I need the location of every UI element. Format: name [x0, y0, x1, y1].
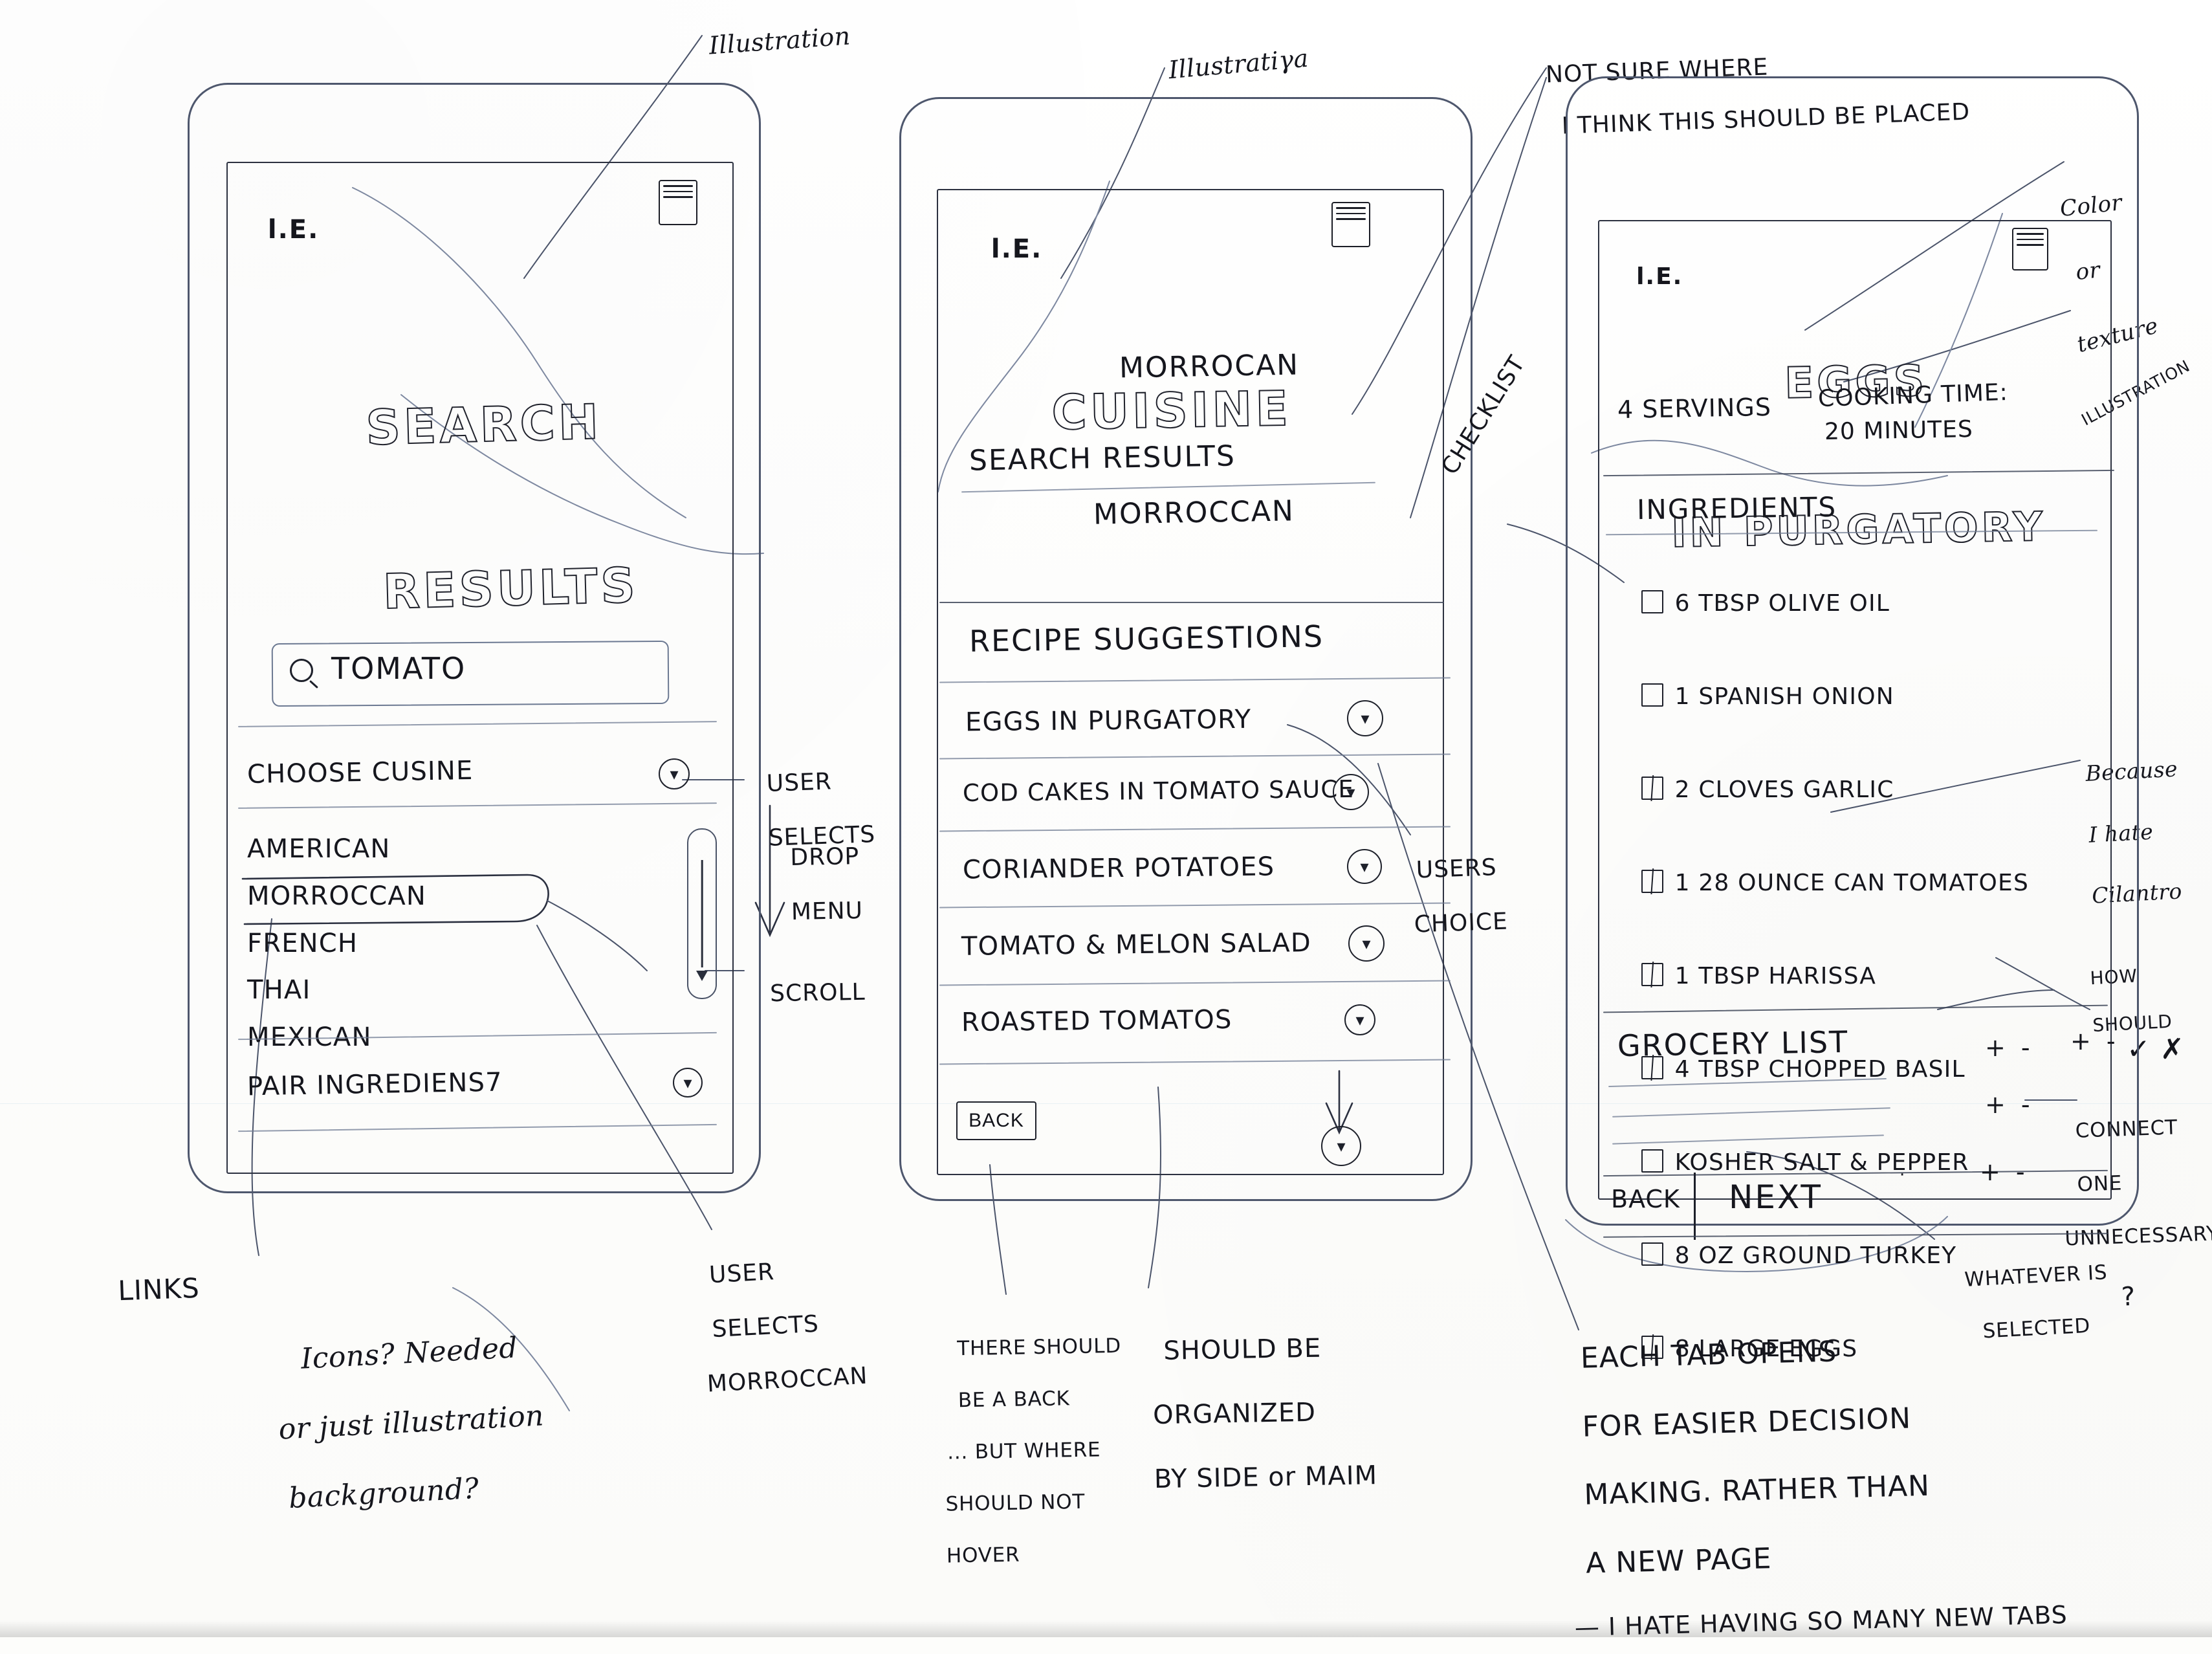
- dropdown-caret-icon-4[interactable]: ▾: [1348, 925, 1385, 962]
- annotation-tab-note: EACH TAB OPENS FOR EASIER DECISION MAKIN…: [1574, 1335, 2068, 1642]
- chevron-down-icon-cuisine[interactable]: ▾: [659, 758, 690, 789]
- stepper-2[interactable]: + -: [2070, 1028, 2119, 1055]
- list-item[interactable]: THAI: [247, 976, 609, 1005]
- ingredient-row-checked[interactable]: 1 28 OUNCE CAN TOMATOES: [1608, 844, 2119, 923]
- scroll-down-caret-icon[interactable]: ▾: [1321, 1126, 1361, 1166]
- annotation-links: LINKS: [117, 1272, 201, 1307]
- dropdown-caret-icon-2[interactable]: ▾: [1333, 774, 1369, 810]
- list-item[interactable]: EGGS IN PURGATORY: [965, 705, 1252, 738]
- stepper-dot: ·: [1900, 1165, 1905, 1185]
- annotation-icons-question: Icons? Needed or just illustration backg…: [278, 1331, 545, 1516]
- annotation-scroll: SCROLL: [769, 978, 866, 1008]
- servings-label: 4 SERVINGS: [1617, 392, 1772, 425]
- search-input-value: TOMATO: [331, 651, 466, 686]
- dropdown-caret-icon-5[interactable]: ▾: [1344, 1004, 1375, 1035]
- page-title-1-line1: SEARCH: [365, 393, 603, 457]
- list-item[interactable]: TOMATO & MELON SALAD: [961, 928, 1311, 962]
- annotation-organize-note: SHOULD BE ORGANIZED BY SIDE or MAIM: [1152, 1333, 1378, 1494]
- checkbox-icon-checked[interactable]: [1641, 870, 1663, 894]
- checkbox-icon[interactable]: [1641, 777, 1663, 800]
- checkbox-icon-checked[interactable]: [1641, 963, 1663, 987]
- list-item[interactable]: COD CAKES IN TOMATO SAUCE: [963, 775, 1354, 807]
- hamburger-menu-icon-1[interactable]: [659, 180, 697, 225]
- back-button-2[interactable]: BACK: [956, 1101, 1036, 1140]
- page-title-1-line2: RESULTS: [382, 557, 640, 621]
- dropdown-caret-icon-3[interactable]: ▾: [1347, 849, 1382, 884]
- checkbox-icon[interactable]: [1641, 683, 1663, 707]
- cuisine-list: AMERICAN MORROCCAN FRENCH THAI MEXICAN: [247, 835, 609, 1063]
- choose-cuisine-label[interactable]: CHOOSE CUSINE: [247, 756, 474, 789]
- stepper-1[interactable]: + -: [1985, 1034, 2034, 1062]
- ingredient-row[interactable]: 6 TBSP OLIVE OIL: [1608, 564, 2119, 643]
- annotation-back-note: THERE SHOULD BE A BACK ... BUT WHERE SHO…: [945, 1334, 1122, 1568]
- search-results-value-2: MORROCCAN: [1093, 494, 1295, 531]
- annotation-drop-menu: DROP MENU: [790, 843, 864, 926]
- page-subtitle-2: MORROCAN: [1119, 348, 1300, 385]
- search-results-label-2: SEARCH RESULTS: [969, 439, 1236, 478]
- checkbox-icon[interactable]: [1641, 1149, 1663, 1173]
- search-icon: [290, 659, 313, 682]
- list-item[interactable]: CORIANDER POTATOES: [963, 852, 1275, 885]
- checkbox-icon[interactable]: [1641, 590, 1663, 614]
- back-button-3[interactable]: BACK: [1611, 1185, 1680, 1213]
- grocery-list-header[interactable]: GROCERY LIST: [1617, 1024, 1849, 1063]
- chevron-down-icon-ingredients[interactable]: ▾: [673, 1068, 703, 1097]
- ingredient-row[interactable]: 1 SPANISH ONION: [1608, 657, 2119, 736]
- annotation-illustration-2: Illustratiγa: [1167, 43, 1310, 85]
- button-divider: [1694, 1173, 1696, 1240]
- checkbox-icon[interactable]: [1641, 1242, 1663, 1266]
- recipe-suggestions-header: RECIPE SUGGESTIONS: [969, 619, 1324, 659]
- stepper-3[interactable]: + -: [1985, 1091, 2034, 1119]
- ingredient-row-checked[interactable]: 1 TBSP HARISSA: [1608, 937, 2119, 1016]
- page-title-2: CUISINE: [1051, 380, 1293, 441]
- annotation-users-choice: USERS CHOICE: [1414, 854, 1509, 938]
- logo-screen-2[interactable]: l.E.: [970, 206, 1042, 264]
- list-item[interactable]: FRENCH: [247, 929, 609, 958]
- logo-screen-1[interactable]: l.E.: [247, 186, 319, 245]
- scrollbar-handle-1[interactable]: [687, 828, 717, 999]
- list-item[interactable]: ROASTED TOMATOS: [961, 1005, 1232, 1037]
- list-item[interactable]: AMERICAN: [247, 835, 609, 864]
- cooking-time-value: 20 MINUTES: [1824, 415, 1974, 446]
- annotation-illustration-1: Illustration: [708, 21, 851, 60]
- ingredients-header: INGREDIENTS: [1636, 491, 1837, 526]
- ingredient-row[interactable]: 2 CLOVES GARLIC: [1608, 751, 2119, 830]
- annotation-user-selects-morroccan: USER SELECTS MORROCCAN: [706, 1258, 869, 1398]
- divider-strong: [939, 602, 1444, 604]
- dropdown-caret-icon-1[interactable]: ▾: [1347, 700, 1383, 736]
- stepper-4[interactable]: + -: [1980, 1158, 2029, 1186]
- pair-ingredients-label[interactable]: PAIR INGREDIENS7: [247, 1068, 503, 1102]
- hamburger-menu-icon-2[interactable]: [1331, 202, 1370, 247]
- list-item-selected[interactable]: MORROCCAN: [247, 881, 609, 911]
- next-button-3[interactable]: NEXT: [1729, 1179, 1823, 1215]
